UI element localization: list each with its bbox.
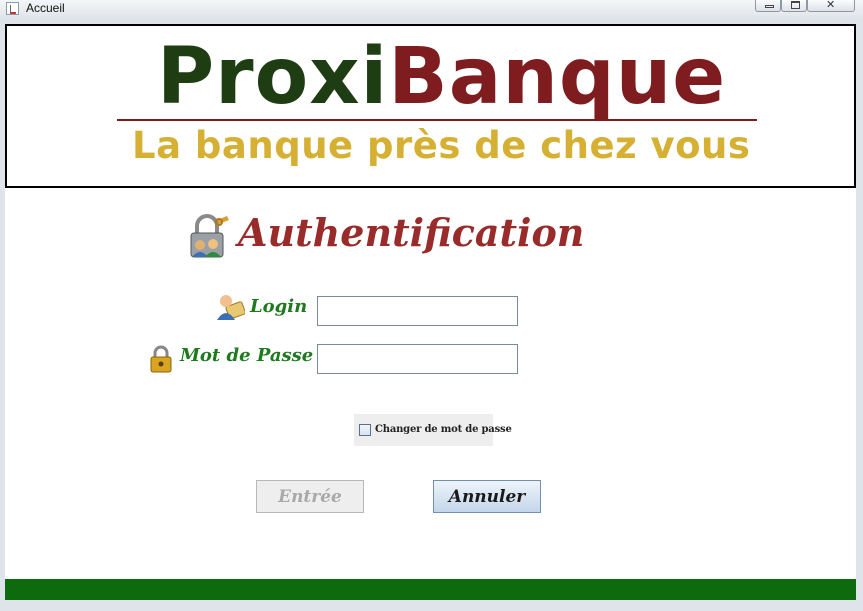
footer-bar <box>5 579 856 600</box>
change-password-checkbox[interactable]: Changer de mot de passe <box>354 414 512 446</box>
padlock-icon <box>150 345 172 373</box>
maximize-button[interactable] <box>781 0 807 12</box>
password-input[interactable] <box>317 344 518 374</box>
window-frame: ProxiBanque La banque près de chez vous … <box>0 17 863 611</box>
brand-tagline: La banque près de chez vous <box>132 124 751 167</box>
checkbox-box[interactable] <box>359 424 371 436</box>
authentication-title: Authentification <box>238 210 585 255</box>
window-title-bar[interactable]: Accueil <box>0 0 863 17</box>
window-title: Accueil <box>26 1 65 15</box>
brand-proxi: Proxi <box>157 32 389 122</box>
banner-divider <box>117 119 757 121</box>
cancel-button[interactable]: Annuler <box>433 480 541 513</box>
login-label: Login <box>250 296 308 317</box>
password-label: Mot de Passe <box>180 345 314 366</box>
java-cup-icon <box>6 2 19 15</box>
lock-users-icon <box>190 214 229 258</box>
change-password-label: Changer de mot de passe <box>375 424 512 435</box>
enter-button[interactable]: Entrée <box>256 480 364 513</box>
brand-logo: ProxiBanque <box>157 32 726 122</box>
close-button[interactable] <box>807 0 855 12</box>
proxibanque-banner: ProxiBanque La banque près de chez vous <box>5 24 856 188</box>
window-content: ProxiBanque La banque près de chez vous … <box>5 24 856 600</box>
brand-banque: Banque <box>388 32 727 122</box>
login-input[interactable] <box>317 296 518 326</box>
minimize-button[interactable] <box>755 0 781 12</box>
user-card-icon <box>217 295 245 320</box>
